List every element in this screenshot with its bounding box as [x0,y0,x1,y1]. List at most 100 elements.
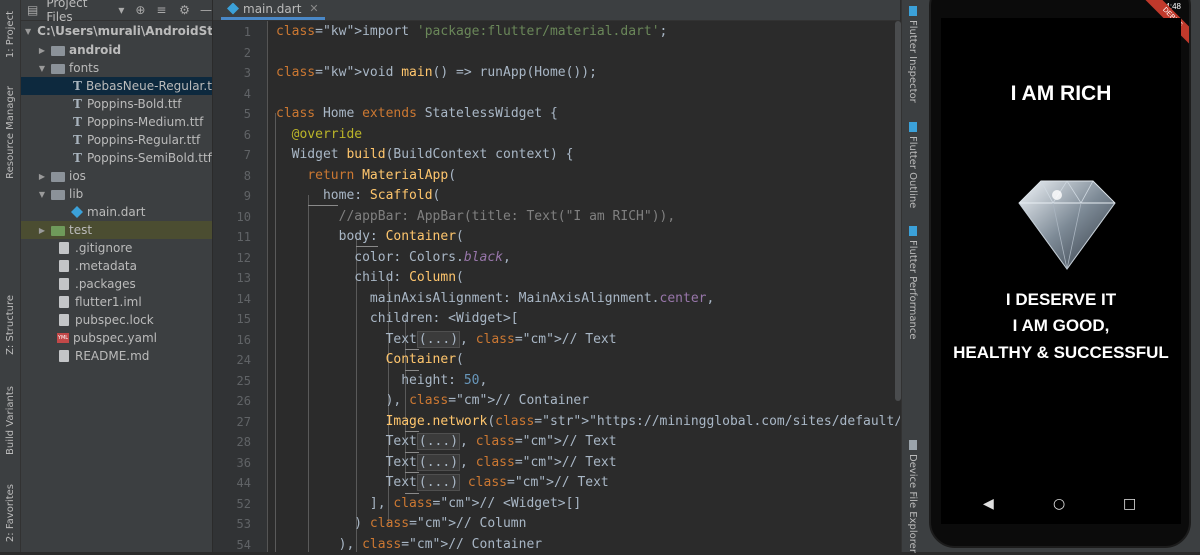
code-line[interactable]: body: Container( [276,227,464,248]
code-line[interactable]: //appBar: AppBar(title: Text("I am RICH"… [276,207,675,228]
code-editor[interactable]: class="kw">import 'package:flutter/mater… [268,21,900,552]
chevron-right-icon[interactable]: ▶ [37,46,47,55]
close-icon[interactable]: ✕ [309,2,318,15]
code-line[interactable]: ), class="cm">// Container [276,535,542,553]
tool-tab-flutter-outline[interactable]: Flutter Outline [902,122,923,208]
code-line[interactable]: return MaterialApp( [276,166,456,187]
project-panel-header: ▤ Project Files ▾ ⊕ ≡ ⚙ — [21,0,212,21]
chevron-down-icon[interactable]: ▼ [25,27,31,36]
tool-tab-build-variants[interactable]: Build Variants [0,378,20,462]
tab-main-dart[interactable]: main.dart ✕ [221,0,325,20]
line-number: 27 [213,412,251,433]
tool-tab-flutter-inspector-label: Flutter Inspector [907,20,918,103]
tree-item-fonts[interactable]: ▼ fonts [21,59,212,77]
tree-item-label: README.md [75,349,149,363]
folder-icon [51,190,65,200]
code-line[interactable]: class Home extends StatelessWidget { [276,104,558,125]
tool-tab-project-label: 1: Project [5,11,16,58]
code-line[interactable]: ) class="cm">// Column [276,514,526,535]
code-line[interactable]: Image.network(class="str">"https://minin… [276,412,900,433]
back-icon[interactable]: ◀ [983,496,994,512]
line-number: 7 [213,145,251,166]
chevron-down-icon[interactable]: ▼ [37,64,47,73]
tool-tab-flutter-performance[interactable]: Flutter Performance [902,226,923,340]
code-line[interactable]: Container( [276,350,464,371]
chevron-right-icon[interactable]: ▶ [37,172,47,181]
line-number: 10 [213,207,251,228]
tree-item-metadata[interactable]: .metadata [21,257,212,275]
tree-item-packages[interactable]: .packages [21,275,212,293]
tree-item-flutter1-iml[interactable]: flutter1.iml [21,293,212,311]
tree-item-android[interactable]: ▶ android [21,41,212,59]
chevron-right-icon[interactable]: ▶ [37,226,47,235]
code-line[interactable]: children: <Widget>[ [276,309,519,330]
line-number: 26 [213,391,251,412]
flutter-performance-icon [909,226,917,236]
code-line[interactable]: Text(...), class="cm">// Text [276,432,617,453]
tree-item-label: BebasNeue-Regular.ttf [86,79,212,93]
tree-item-label: Poppins-Medium.ttf [87,115,203,129]
app-title-text: I AM RICH [941,82,1181,106]
tree-root-label: C:\Users\murali\AndroidStudio [37,24,212,38]
code-line[interactable]: Text(...), class="cm">// Text [276,330,617,351]
code-line[interactable]: @override [276,125,362,146]
tool-tab-resource-manager[interactable]: Resource Manager [0,78,20,186]
tool-tab-project[interactable]: 1: Project [0,4,20,66]
home-icon[interactable]: ○ [1053,496,1065,512]
tree-item-bebasneue[interactable]: T BebasNeue-Regular.ttf [21,77,212,95]
code-line[interactable]: class="kw">import 'package:flutter/mater… [276,22,667,43]
code-line[interactable]: class="kw">void main() => runApp(Home())… [276,63,597,84]
line-number: 36 [213,453,251,474]
tree-item-main-dart[interactable]: main.dart [21,203,212,221]
tree-item-label: test [69,223,92,237]
tree-item-poppins-regular[interactable]: T Poppins-Regular.ttf [21,131,212,149]
chevron-down-icon[interactable]: ▾ [116,4,127,16]
tool-tab-favorites[interactable]: 2: Favorites [0,478,20,548]
line-number: 16 [213,330,251,351]
tool-tab-device-file-explorer[interactable]: Device File Explorer [902,440,923,553]
tree-item-ios[interactable]: ▶ ios [21,167,212,185]
code-line[interactable]: Text(...) class="cm">// Text [276,473,609,494]
line-number: 4 [213,84,251,105]
gear-icon[interactable]: ⚙ [179,4,190,16]
tool-tab-flutter-inspector[interactable]: Flutter Inspector [902,6,923,103]
tree-item-test[interactable]: ▶ test [21,221,212,239]
tree-item-poppins-semibold[interactable]: T Poppins-SemiBold.ttf [21,149,212,167]
tree-item-readme[interactable]: README.md [21,347,212,365]
code-line[interactable]: Widget build(BuildContext context) { [276,145,573,166]
tree-item-pubspec-yaml[interactable]: YML pubspec.yaml [21,329,212,347]
code-line[interactable]: mainAxisAlignment: MainAxisAlignment.cen… [276,289,714,310]
tree-root[interactable]: ▼ C:\Users\murali\AndroidStudio [21,22,212,40]
code-line[interactable]: color: Colors.black, [276,248,511,269]
code-line[interactable]: home: Scaffold( [276,186,440,207]
code-line[interactable]: height: 50, [276,371,487,392]
code-line[interactable]: ], class="cm">// <Widget>[] [276,494,581,515]
folder-icon [51,64,65,74]
code-line[interactable]: Text(...), class="cm">// Text [276,453,617,474]
tree-item-poppins-bold[interactable]: T Poppins-Bold.ttf [21,95,212,113]
code-line[interactable]: ), class="cm">// Container [276,391,589,412]
recents-icon[interactable]: □ [1123,496,1136,512]
tree-item-pubspec-lock[interactable]: pubspec.lock [21,311,212,329]
tree-item-label: .packages [75,277,136,291]
tool-tab-device-file-explorer-label: Device File Explorer [907,454,918,553]
chevron-down-icon[interactable]: ▼ [37,190,47,199]
folder-icon [51,172,65,182]
line-number: 15 [213,309,251,330]
app-text-line-3: HEALTHY & SUCCESSFUL [941,343,1181,363]
tool-tab-resource-manager-label: Resource Manager [5,86,16,179]
code-line[interactable]: child: Column( [276,268,464,289]
minimize-icon[interactable]: — [200,4,212,16]
line-number-gutter: 1234567891011121314151624252627283644525… [213,21,268,552]
locate-icon[interactable]: ⊕ [135,4,146,16]
tree-item-lib[interactable]: ▼ lib [21,185,212,203]
font-file-icon: T [73,151,83,165]
tree-item-gitignore[interactable]: .gitignore [21,239,212,257]
app-screen[interactable]: I AM RICH I DESERVE IT I AM GOOD, HEALTH… [941,18,1181,524]
phone-emulator: 4:48 DEBUG I AM RICH I DESERVE IT I AM G… [929,0,1191,548]
tool-tab-structure[interactable]: Z: Structure [0,292,20,358]
file-icon [59,260,69,272]
project-panel-title[interactable]: Project Files [46,0,112,24]
tree-item-poppins-medium[interactable]: T Poppins-Medium.ttf [21,113,212,131]
collapse-all-icon[interactable]: ≡ [156,4,167,16]
